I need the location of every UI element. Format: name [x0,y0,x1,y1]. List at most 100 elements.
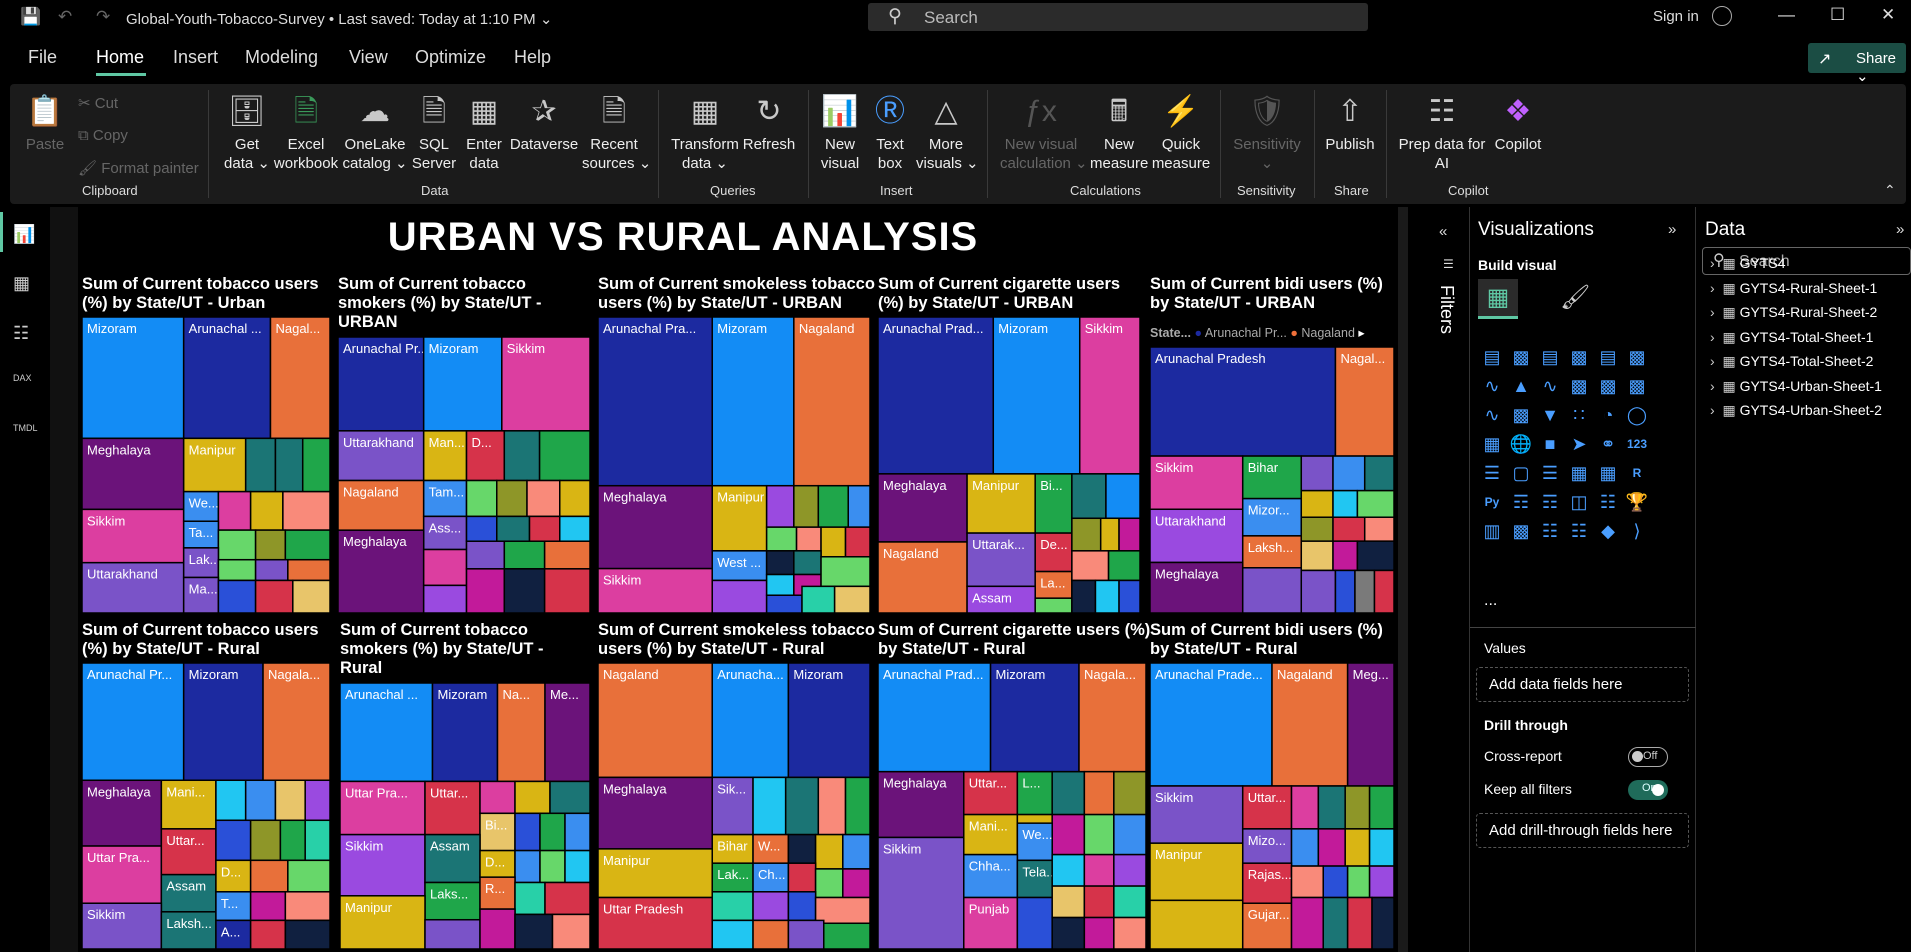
publish-button[interactable]: ⇧ Publish [1322,92,1378,154]
treemap-tile[interactable] [1107,550,1140,582]
treemap-tile[interactable] [244,437,277,493]
treemap-tile[interactable] [1051,770,1086,816]
menu-help[interactable]: Help [514,47,551,68]
treemap-tile[interactable] [514,812,541,852]
treemap-tile[interactable] [847,484,870,528]
area-chart-icon[interactable]: ▲ [1509,374,1533,398]
treemap-tile[interactable] [1346,896,1373,949]
treemap-tile[interactable] [787,919,825,949]
treemap-smokers-urban[interactable]: Arunachal Pr... Mizoram Sikkim Uttarakhand M… [338,337,590,613]
treemap-tile[interactable] [1051,885,1086,919]
treemap-tile[interactable] [279,819,306,862]
menu-optimize[interactable]: Optimize [415,47,486,68]
recent-sources-button[interactable]: 🗎 Recent sources ⌄ [582,92,651,173]
chevron-right-icon[interactable]: › [1710,402,1715,418]
multi-card-icon[interactable]: ☰ [1480,461,1504,485]
treemap-tile[interactable] [820,556,870,588]
100-bar-icon[interactable]: ▤ [1596,345,1620,369]
treemap-tile[interactable] [1290,865,1324,899]
sign-in-link[interactable]: Sign in [1653,8,1699,25]
treemap-tile[interactable] [787,833,817,864]
treemap-tile[interactable] [1300,569,1337,613]
treemap-tile[interactable] [1368,865,1394,899]
treemap-tile[interactable] [1300,516,1334,542]
treemap-tile[interactable] [765,573,795,596]
treemap-tile[interactable] [496,515,531,542]
menu-home[interactable]: Home [96,47,144,68]
treemap-tile[interactable] [711,317,795,487]
treemap-tile[interactable] [765,594,803,613]
clustered-bar-icon[interactable]: ▤ [1538,345,1562,369]
treemap-tile[interactable] [249,819,282,862]
goals-icon[interactable]: ☷ [1567,519,1591,543]
legend-item[interactable]: Nagaland [1301,326,1355,340]
map-icon[interactable]: 🌐 [1509,432,1533,456]
treemap-tile[interactable] [514,913,554,949]
data-table-item[interactable]: › ▦ GYTS4-Urban-Sheet-2 [1710,402,1882,419]
onelake-catalog-button[interactable]: ☁ OneLake catalog ⌄ [342,92,408,173]
matrix-icon[interactable]: ▦ [1596,461,1620,485]
data-table-item[interactable]: › ▦ GYTS4-Rural-Sheet-2 [1710,304,1877,321]
get-data-button[interactable]: 🗄 Get data ⌄ [222,92,272,173]
treemap-tile[interactable] [1332,516,1366,542]
treemap-tile[interactable] [1317,828,1346,867]
treemap-tile[interactable] [1334,569,1356,613]
treemap-tile[interactable] [539,812,566,852]
expand-filters-icon[interactable]: « [1439,223,1447,240]
treemap-tile[interactable] [304,779,330,822]
clustered-column-icon[interactable]: ▩ [1567,345,1591,369]
treemap-tile[interactable] [814,896,870,925]
treemap-tile[interactable] [1118,579,1140,613]
treemap-tile[interactable] [503,568,546,613]
treemap-tile[interactable] [1083,853,1115,887]
treemap-tile[interactable] [526,479,561,518]
format-painter-button[interactable]: 🖌 Format painter [78,159,199,177]
decomposition-tree-icon[interactable]: ☶ [1538,490,1562,514]
treemap-tile[interactable] [1034,597,1073,613]
treemap-tile[interactable] [249,891,287,922]
treemap-tile[interactable] [1317,785,1346,830]
treemap-tile[interactable] [528,515,561,542]
treemap-tile[interactable] [814,833,844,870]
treemap-tile[interactable] [765,550,795,576]
table-icon[interactable]: ▦ [1567,461,1591,485]
treemap-tile[interactable] [254,579,294,613]
treemap-tile[interactable] [274,437,304,493]
treemap-tile[interactable] [254,558,289,582]
line-column-icon[interactable]: ▩ [1567,374,1591,398]
treemap-tile[interactable] [1332,489,1359,518]
treemap-tile[interactable] [254,529,287,561]
treemap-bidi-urban[interactable]: Arunachal Pradesh Nagal... Sikkim Bihar Utta… [1150,347,1394,613]
close-icon[interactable]: ✕ [1881,5,1895,25]
treemap-smokeless-urban[interactable]: Arunachal Pra... Mizoram Nagaland Meghalaya… [598,317,870,613]
treemap-tile[interactable] [793,550,822,576]
treemap-tile[interactable] [1356,489,1394,518]
chevron-right-icon[interactable]: › [1710,353,1715,369]
treemap-tile[interactable] [711,891,754,922]
undo-icon[interactable]: ↶ [58,7,72,27]
treemap-tile[interactable] [787,862,817,893]
treemap-tile[interactable] [215,819,252,862]
treemap-tile[interactable] [1113,770,1146,816]
diamond-icon[interactable]: ◆ [1596,519,1620,543]
excel-workbook-button[interactable]: 🗎 Excel workbook [272,92,340,173]
funnel-icon[interactable]: ▩ [1509,403,1533,427]
more-visuals-ellipsis[interactable]: ... [1484,592,1497,610]
treemap-tile[interactable] [801,585,836,613]
new-visual-button[interactable]: 📊 New visual [818,92,862,173]
treemap-tile[interactable] [249,859,289,893]
treemap-tile[interactable] [217,529,257,561]
transform-data-button[interactable]: ▦ Transform data ⌄ [670,92,740,173]
treemap-tile[interactable] [711,579,768,613]
treemap-tile[interactable] [1363,455,1394,492]
chevron-right-icon[interactable]: › [1710,280,1715,296]
treemap-tile[interactable] [1113,853,1146,887]
treemap-tile[interactable] [844,776,870,836]
data-table-item[interactable]: › ▦ GYTS4-Urban-Sheet-1 [1710,378,1882,395]
maximize-icon[interactable]: ☐ [1830,5,1845,25]
treemap-tile[interactable] [284,919,330,949]
donut-icon[interactable]: ◯ [1625,403,1649,427]
key-influencers-icon[interactable]: ☶ [1509,490,1533,514]
new-visual-calculation-button[interactable]: ƒx New visual calculation ⌄ [1000,92,1088,173]
treemap-tile[interactable] [1051,853,1086,887]
